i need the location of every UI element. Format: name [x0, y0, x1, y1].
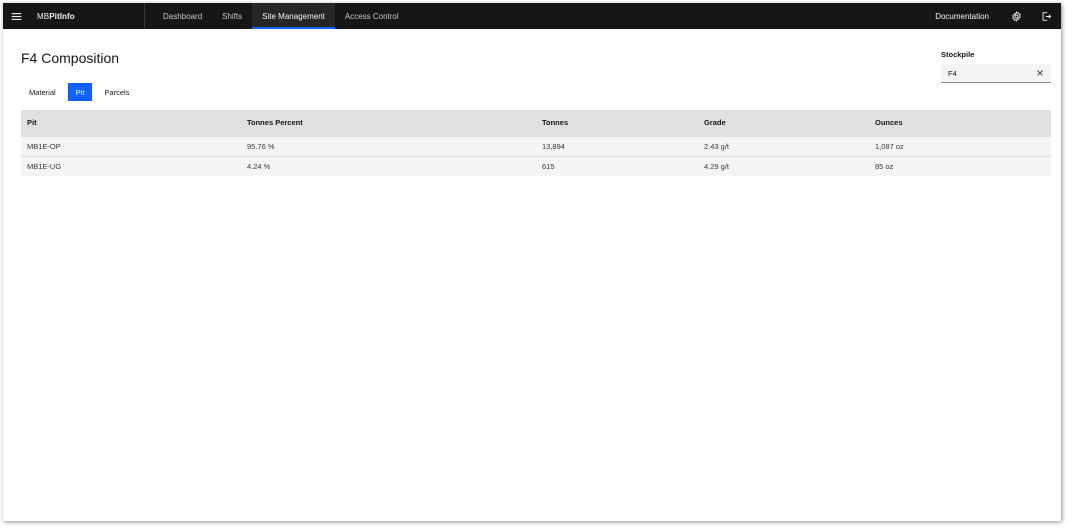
- stockpile-label: Stockpile: [941, 50, 975, 59]
- tab-material[interactable]: Material: [21, 83, 64, 101]
- logout-icon[interactable]: [1031, 3, 1061, 29]
- brand-prefix: MB: [37, 11, 50, 21]
- cell-grade: 2.43 g/t: [704, 141, 730, 151]
- column-header-tonnes-percent[interactable]: Tonnes Percent: [241, 110, 536, 136]
- settings-gear-icon[interactable]: [1001, 3, 1031, 29]
- table-row: MB1E-UG 4.24 % 615 4.29 g/t 85 oz: [21, 156, 1051, 176]
- brand-name: PitInfo: [49, 11, 75, 21]
- documentation-link[interactable]: Documentation: [923, 3, 1001, 29]
- top-header: MB PitInfo Dashboard Shifts Site Manageme…: [3, 3, 1061, 29]
- column-header-ounces[interactable]: Ounces: [869, 110, 1051, 136]
- stockpile-input[interactable]: [948, 68, 1028, 78]
- page-title: F4 Composition: [21, 50, 120, 66]
- stockpile-filter: Stockpile: [941, 50, 1051, 83]
- composition-tabs: Material Pit Parcels: [21, 83, 137, 101]
- cell-grade: 4.29 g/t: [704, 161, 730, 171]
- cell-ounces: 1,087 oz: [875, 141, 904, 151]
- composition-table: Pit Tonnes Percent Tonnes Grade Ounces M…: [21, 110, 1051, 176]
- menu-icon[interactable]: [3, 3, 29, 29]
- clear-icon[interactable]: [1036, 69, 1044, 77]
- table-row: MB1E-OP 95.76 % 13,894 2.43 g/t 1,087 oz: [21, 136, 1051, 156]
- nav-item-dashboard[interactable]: Dashboard: [153, 3, 212, 29]
- column-header-tonnes[interactable]: Tonnes: [536, 110, 698, 136]
- cell-tonnes-percent: 95.76 %: [247, 141, 275, 151]
- tab-parcels[interactable]: Parcels: [96, 83, 137, 101]
- stockpile-combobox[interactable]: [941, 64, 1051, 83]
- tab-pit[interactable]: Pit: [67, 83, 93, 101]
- nav-item-access-control[interactable]: Access Control: [335, 3, 409, 29]
- nav-item-site-management[interactable]: Site Management: [252, 3, 335, 29]
- brand-logo[interactable]: MB PitInfo: [29, 3, 145, 29]
- cell-ounces: 85 oz: [875, 161, 894, 171]
- nav-item-shifts[interactable]: Shifts: [212, 3, 252, 29]
- column-header-grade[interactable]: Grade: [698, 110, 869, 136]
- cell-tonnes-percent: 4.24 %: [247, 161, 271, 171]
- header-actions: Documentation: [923, 3, 1061, 29]
- cell-tonnes: 13,894: [542, 141, 565, 151]
- app-window: MB PitInfo Dashboard Shifts Site Manageme…: [3, 3, 1061, 521]
- cell-pit: MB1E-UG: [27, 161, 62, 171]
- table-header-row: Pit Tonnes Percent Tonnes Grade Ounces: [21, 110, 1051, 136]
- column-header-pit[interactable]: Pit: [21, 110, 241, 136]
- cell-pit: MB1E-OP: [27, 141, 61, 151]
- cell-tonnes: 615: [542, 161, 555, 171]
- main-nav: Dashboard Shifts Site Management Access …: [153, 3, 409, 29]
